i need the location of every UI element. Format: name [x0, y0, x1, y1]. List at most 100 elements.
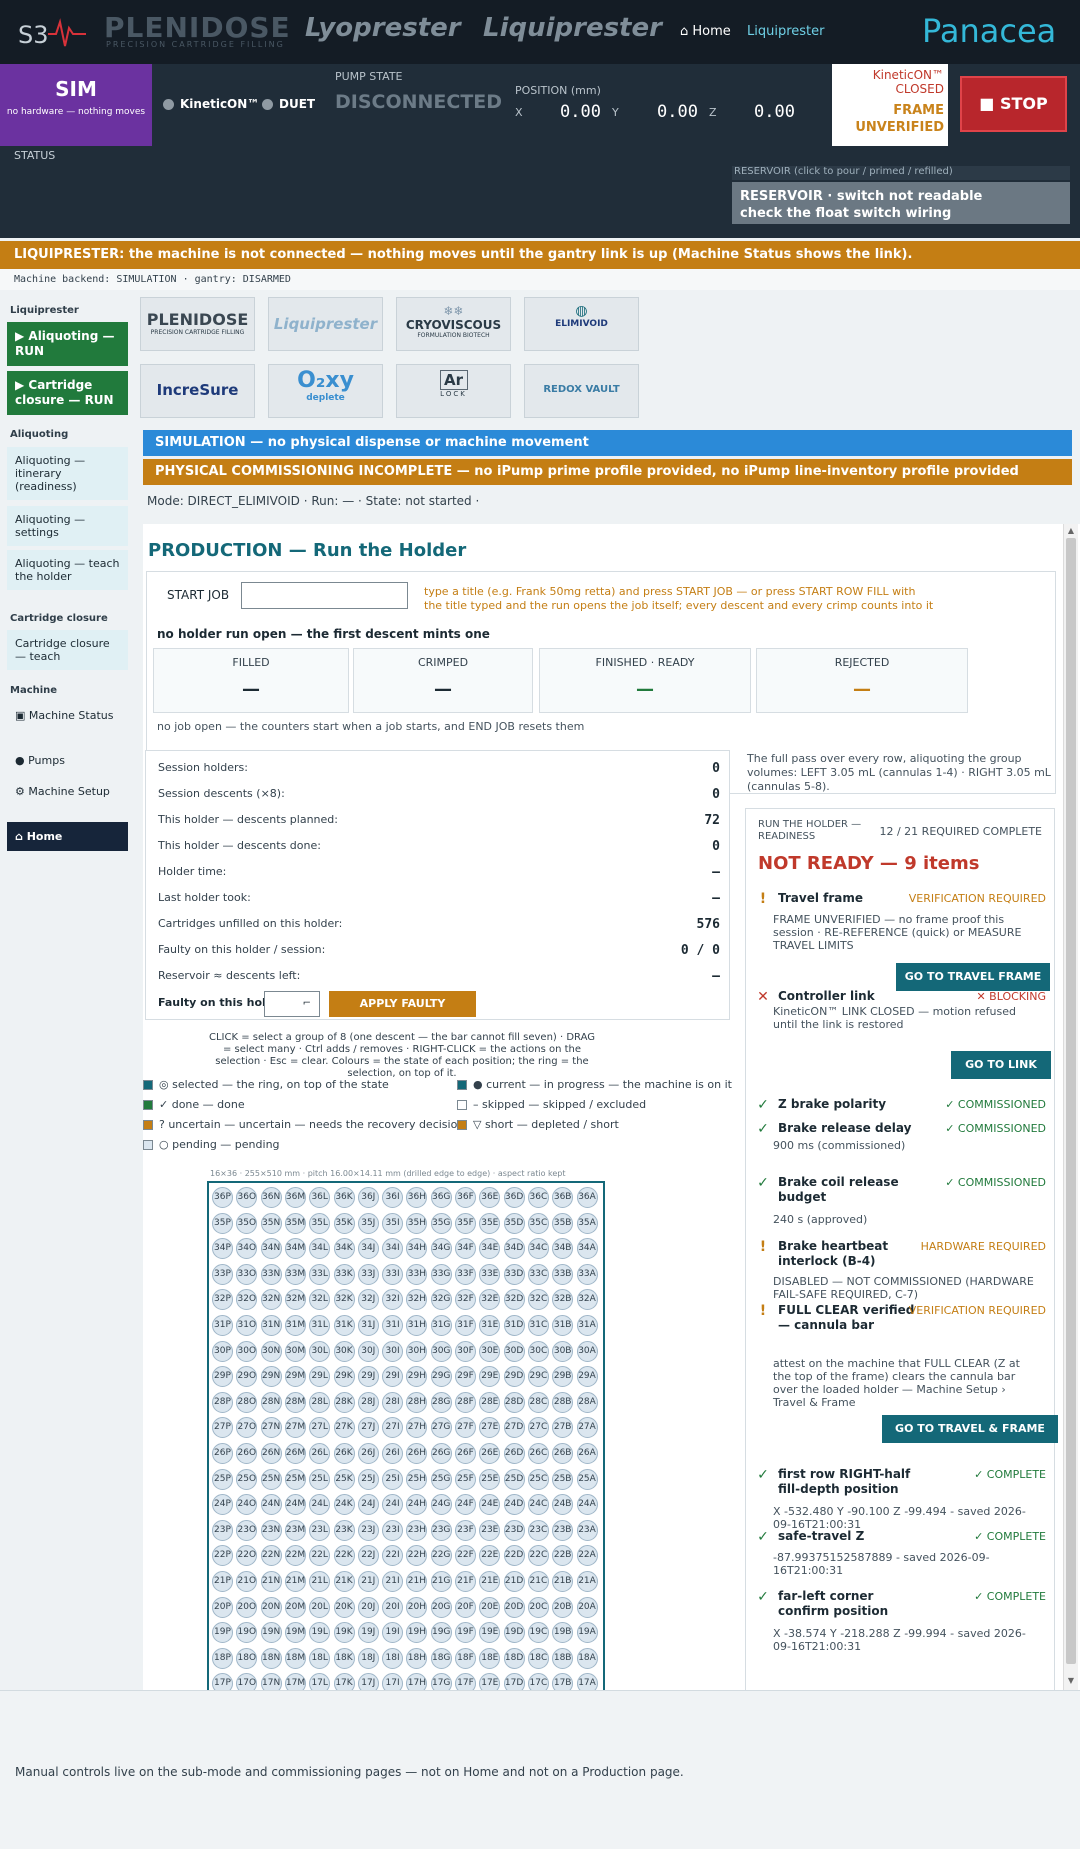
holder-position[interactable]: 35O — [236, 1212, 258, 1234]
logo-oxy-deplete[interactable]: O₂xy deplete — [268, 364, 383, 418]
holder-position[interactable]: 31H — [406, 1315, 428, 1336]
holder-position[interactable]: 18H — [406, 1647, 428, 1669]
holder-position[interactable]: 30I — [382, 1340, 404, 1362]
holder-position[interactable]: 34C — [527, 1238, 549, 1260]
holder-position[interactable]: 23I — [382, 1519, 404, 1541]
holder-position[interactable]: 17G — [430, 1673, 452, 1690]
holder-position[interactable]: 35J — [357, 1212, 379, 1234]
holder-position[interactable]: 36G — [430, 1187, 452, 1208]
holder-position[interactable]: 32B — [552, 1289, 574, 1311]
holder-position[interactable]: 27K — [333, 1417, 355, 1439]
holder-position[interactable]: 32A — [576, 1289, 598, 1311]
holder-position[interactable]: 30E — [479, 1340, 501, 1362]
holder-position[interactable]: 20E — [479, 1596, 501, 1618]
holder-position[interactable]: 26M — [284, 1443, 306, 1464]
holder-position[interactable]: 34M — [284, 1238, 306, 1260]
holder-position[interactable]: 23O — [236, 1519, 258, 1541]
holder-position[interactable]: 20A — [576, 1596, 598, 1618]
holder-position[interactable]: 17J — [357, 1673, 379, 1690]
holder-position[interactable]: 35A — [576, 1212, 598, 1234]
holder-position[interactable]: 34G — [430, 1238, 452, 1260]
holder-position[interactable]: 19I — [382, 1622, 404, 1644]
holder-position[interactable]: 18M — [284, 1647, 306, 1669]
holder-position[interactable]: 18G — [430, 1647, 452, 1669]
holder-position[interactable]: 21O — [236, 1571, 258, 1592]
holder-position[interactable]: 33D — [503, 1263, 525, 1285]
holder-position[interactable]: 36K — [333, 1187, 355, 1208]
holder-position[interactable]: 27L — [309, 1417, 331, 1439]
holder-position[interactable]: 21F — [455, 1571, 476, 1592]
holder-position[interactable]: 21J — [357, 1571, 379, 1592]
stop-button[interactable]: ■ STOP — [960, 76, 1067, 132]
holder-position[interactable]: 30G — [430, 1340, 452, 1362]
holder-position[interactable]: 22P — [212, 1545, 233, 1567]
holder-position[interactable]: 25L — [309, 1468, 331, 1490]
logo-plenidose[interactable]: PLENIDOSE PRECISION CARTRIDGE FILLING — [140, 297, 255, 351]
holder-position[interactable]: 32E — [479, 1289, 501, 1311]
holder-position[interactable]: 22G — [430, 1545, 452, 1567]
holder-position[interactable]: 19O — [236, 1622, 258, 1644]
holder-position[interactable]: 25G — [430, 1468, 452, 1490]
holder-position[interactable]: 28P — [212, 1391, 233, 1413]
holder-position[interactable]: 24I — [382, 1494, 404, 1516]
holder-position[interactable]: 26L — [309, 1443, 331, 1464]
holder-position[interactable]: 29D — [503, 1366, 525, 1388]
holder-position[interactable]: 25O — [236, 1468, 258, 1490]
holder-position[interactable]: 32N — [260, 1289, 282, 1311]
holder-position[interactable]: 35C — [527, 1212, 549, 1234]
holder-position[interactable]: 36F — [455, 1187, 476, 1208]
holder-position[interactable]: 21A — [576, 1571, 598, 1592]
holder-position[interactable]: 26N — [260, 1443, 282, 1464]
holder-position[interactable]: 22B — [552, 1545, 574, 1567]
holder-position[interactable]: 23F — [455, 1519, 476, 1541]
sidebar-item-home[interactable]: ⌂ Home — [7, 822, 128, 851]
holder-position[interactable]: 36P — [212, 1187, 233, 1208]
holder-position[interactable]: 27F — [455, 1417, 476, 1439]
holder-position[interactable]: 22L — [309, 1545, 331, 1567]
holder-position[interactable]: 32P — [212, 1289, 233, 1311]
holder-position[interactable]: 22H — [406, 1545, 428, 1567]
holder-position[interactable]: 36L — [309, 1187, 331, 1208]
holder-position[interactable]: 23B — [552, 1519, 574, 1541]
holder-position[interactable]: 36A — [576, 1187, 598, 1208]
job-title-input[interactable] — [241, 582, 408, 609]
holder-position[interactable]: 22M — [284, 1545, 306, 1567]
holder-position[interactable]: 26F — [455, 1443, 476, 1464]
holder-position[interactable]: 24N — [260, 1494, 282, 1516]
holder-position[interactable]: 24M — [284, 1494, 306, 1516]
holder-position[interactable]: 26D — [503, 1443, 525, 1464]
holder-position[interactable]: 35K — [333, 1212, 355, 1234]
holder-position[interactable]: 30F — [455, 1340, 476, 1362]
holder-position[interactable]: 28A — [576, 1391, 598, 1413]
holder-position[interactable]: 24P — [212, 1494, 233, 1516]
holder-position[interactable]: 35P — [212, 1212, 233, 1234]
holder-position[interactable]: 25M — [284, 1468, 306, 1490]
holder-position[interactable]: 23P — [212, 1519, 233, 1541]
holder-position[interactable]: 29N — [260, 1366, 282, 1388]
holder-grid[interactable]: 36P 36O 36N 36M 36L 36K 36J 36I 36H 36G 36F 36E 36D 3… — [207, 1181, 605, 1690]
holder-position[interactable]: 24E — [479, 1494, 501, 1516]
holder-position[interactable]: 28M — [284, 1391, 306, 1413]
holder-position[interactable]: 29P — [212, 1366, 233, 1388]
holder-position[interactable]: 25B — [552, 1468, 574, 1490]
logo-elimivoid[interactable]: ◍ ELIMIVOID — [524, 297, 639, 351]
holder-position[interactable]: 20G — [430, 1596, 452, 1618]
holder-position[interactable]: 19D — [503, 1622, 525, 1644]
logo-ar-lock[interactable]: Ar LOCK — [396, 364, 511, 418]
holder-position[interactable]: 36E — [479, 1187, 501, 1208]
holder-position[interactable]: 22O — [236, 1545, 258, 1567]
go-to-button[interactable]: GO TO TRAVEL & FRAME — [882, 1415, 1058, 1443]
holder-position[interactable]: 27J — [357, 1417, 379, 1439]
holder-position[interactable]: 19J — [357, 1622, 379, 1644]
holder-position[interactable]: 24K — [333, 1494, 355, 1516]
holder-position[interactable]: 20D — [503, 1596, 525, 1618]
holder-position[interactable]: 25I — [382, 1468, 404, 1490]
holder-position[interactable]: 33C — [527, 1263, 549, 1285]
holder-position[interactable]: 29H — [406, 1366, 428, 1388]
holder-position[interactable]: 36C — [527, 1187, 549, 1208]
holder-position[interactable]: 24J — [357, 1494, 379, 1516]
holder-position[interactable]: 27B — [552, 1417, 574, 1439]
holder-position[interactable]: 20K — [333, 1596, 355, 1618]
holder-position[interactable]: 31I — [382, 1315, 404, 1336]
scrollbar-thumb[interactable] — [1066, 538, 1076, 1664]
